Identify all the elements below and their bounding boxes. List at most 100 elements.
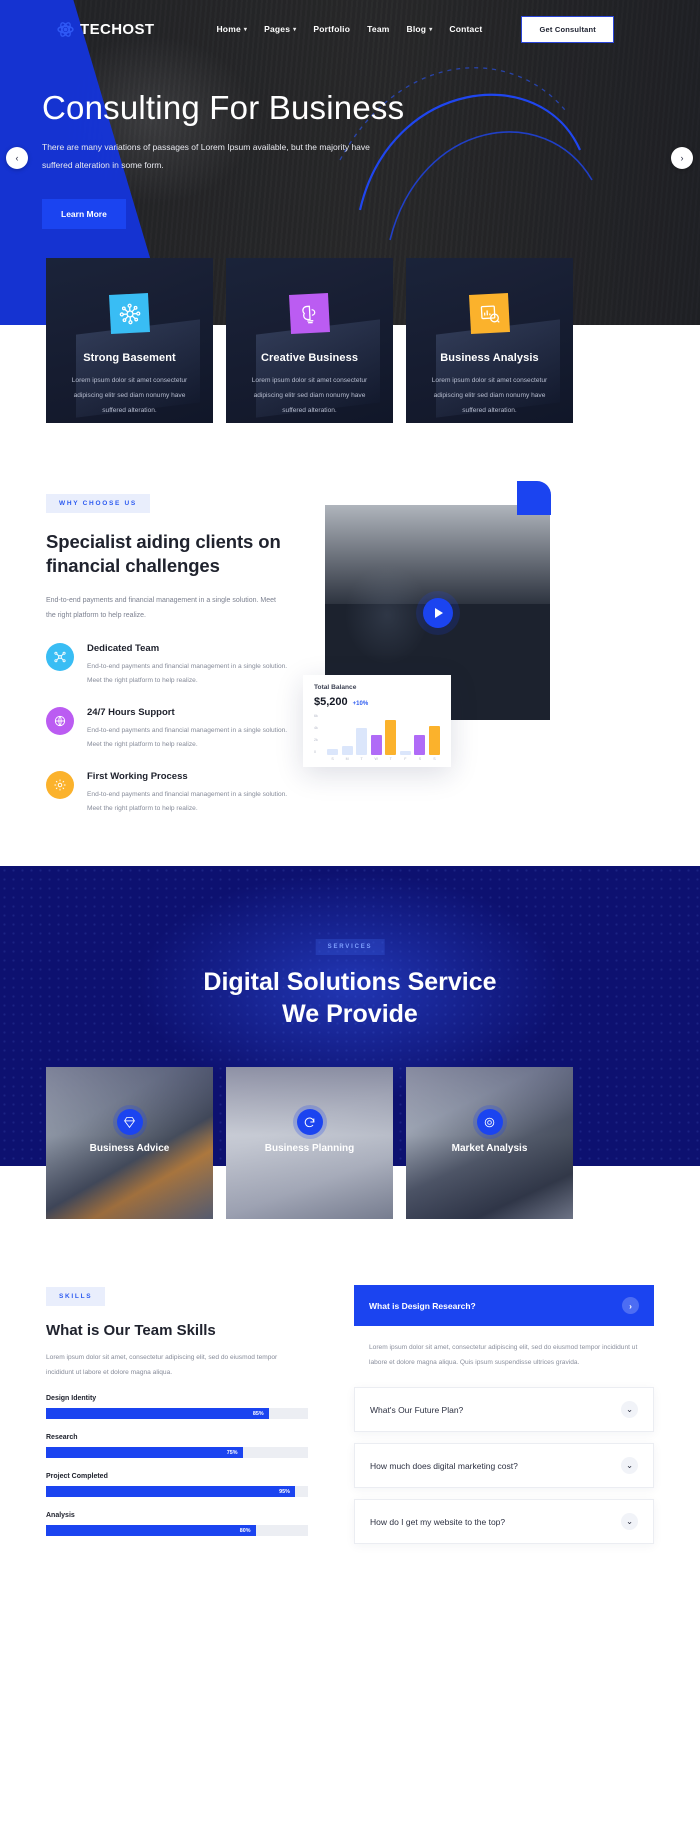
carousel-prev-button[interactable]: ‹ — [6, 147, 28, 169]
y-tick: 4k — [314, 726, 318, 731]
nav-item-portfolio[interactable]: Portfolio — [313, 24, 350, 34]
faq-answer: Lorem ipsum dolor sit amet, consectetur … — [369, 1344, 638, 1367]
card-description: Lorem ipsum dolor sit amet consectetur a… — [431, 377, 548, 414]
chevron-down-icon[interactable]: ⌄ — [621, 1513, 638, 1531]
skill-bars: Design Identity 85% Research 75% Project Com… — [46, 1395, 308, 1536]
skill-track: 75% — [46, 1447, 308, 1458]
landing-page: TECHOST Home ▾ Pages ▾ Portfolio Team Blog… — [0, 0, 700, 1836]
feature-dedicated-team: Dedicated Team End-to-end payments and f… — [46, 642, 308, 688]
feature-working-process: First Working Process End-to-end payment… — [46, 771, 308, 816]
brain-idea-icon — [289, 293, 330, 334]
feature-title: 24/7 Hours Support — [87, 706, 175, 718]
chart-x-label: S — [433, 757, 436, 761]
service-card-market-analysis[interactable]: Market Analysis — [406, 1067, 573, 1219]
chart-bar — [414, 735, 426, 755]
feature-support: 24/7 Hours Support End-to-end payments a… — [46, 706, 308, 752]
feature-title: First Working Process — [87, 771, 188, 783]
chevron-down-icon[interactable]: ⌄ — [621, 1401, 638, 1419]
faq-item-open-header[interactable]: What is Design Research? › — [354, 1285, 654, 1326]
feature-cards: Strong Basement Lorem ipsum dolor sit am… — [46, 258, 654, 423]
why-text-column: WHY CHOOSE US Specialist aiding clients … — [46, 492, 308, 817]
brand-logo[interactable]: TECHOST — [57, 21, 154, 38]
skills-column: SKILLS What is Our Team Skills Lorem ips… — [46, 1285, 308, 1536]
nav-label: Team — [367, 24, 390, 34]
skills-faq-section: SKILLS What is Our Team Skills Lorem ips… — [0, 1275, 700, 1836]
feature-card-strong-basement[interactable]: Strong Basement Lorem ipsum dolor sit am… — [46, 258, 213, 423]
skill-fill: 75% — [46, 1447, 243, 1458]
skill-percent: 80% — [239, 1527, 251, 1534]
balance-bar-chart: 6k 4k 2k 0 S M T W T F S S — [314, 714, 440, 761]
feature-description: End-to-end payments and financial manage… — [87, 791, 288, 813]
y-tick: 2k — [314, 738, 318, 743]
chevron-right-icon[interactable]: › — [622, 1297, 639, 1314]
faq-question: How do I get my website to the top? — [370, 1516, 506, 1527]
skill-percent: 95% — [279, 1488, 290, 1495]
service-label: Market Analysis — [451, 1143, 528, 1154]
carousel-next-button[interactable]: › — [671, 147, 693, 169]
card-description: Lorem ipsum dolor sit amet consectetur a… — [251, 377, 368, 414]
chart-bar-column: M — [341, 715, 353, 761]
nav-item-contact[interactable]: Contact — [449, 24, 482, 34]
chart-x-label: T — [389, 757, 392, 761]
services-pill-badge: SERVICES — [315, 939, 385, 955]
card-title: Creative Business — [260, 352, 359, 364]
hero-subtitle: There are many variations of passages of… — [42, 142, 370, 171]
faq-item-website-top[interactable]: How do I get my website to the top? ⌄ — [354, 1499, 654, 1545]
service-card-business-planning[interactable]: Business Planning — [226, 1067, 393, 1219]
chart-x-label: T — [360, 757, 363, 761]
chart-x-label: W — [374, 757, 378, 761]
nav-item-blog[interactable]: Blog ▾ — [407, 24, 433, 34]
faq-accordion: What is Design Research? › Lorem ipsum d… — [354, 1285, 654, 1545]
why-choose-us-section: WHY CHOOSE US Specialist aiding clients … — [0, 480, 700, 840]
why-title: Specialist aiding clients on financial c… — [46, 531, 281, 577]
balance-value: $5,200 — [314, 696, 348, 708]
support-globe-icon — [46, 706, 74, 735]
chart-x-label: S — [418, 757, 422, 761]
chevron-down-icon: ▾ — [243, 26, 248, 33]
chart-bar-column: S — [428, 715, 440, 761]
skill-fill: 85% — [46, 1408, 269, 1419]
learn-more-button[interactable]: Learn More — [42, 198, 126, 229]
gear-process-icon — [46, 771, 74, 800]
services-title-line2: We Provide — [282, 1000, 418, 1028]
service-label: Business Planning — [264, 1143, 355, 1154]
hero-title: Consulting For Business — [42, 89, 405, 126]
skill-bar-row: Design Identity 85% — [46, 1395, 308, 1419]
hero-content: Consulting For Business There are many v… — [42, 89, 492, 229]
play-icon[interactable] — [422, 597, 453, 628]
skills-pill-badge: SKILLS — [46, 1287, 106, 1306]
get-consultant-button[interactable]: Get Consultant — [521, 15, 615, 43]
nav-label: Pages — [264, 24, 291, 34]
chart-bar-column: F — [399, 715, 411, 761]
feature-description: End-to-end payments and financial manage… — [87, 726, 288, 749]
feature-card-creative-business[interactable]: Creative Business Lorem ipsum dolor sit … — [226, 258, 393, 423]
nav-label: Contact — [449, 24, 483, 34]
skills-description: Lorem ipsum dolor sit amet, consectetur … — [46, 1354, 278, 1376]
nav-item-home[interactable]: Home ▾ — [216, 24, 247, 34]
chart-bars: SMTWTFSS — [325, 715, 440, 761]
nav-item-team[interactable]: Team — [367, 24, 389, 34]
atom-logo-icon — [57, 21, 74, 38]
chart-bar — [370, 735, 382, 755]
faq-item-future-plan[interactable]: What's Our Future Plan? ⌄ — [354, 1387, 654, 1433]
skills-title: What is Our Team Skills — [46, 1322, 216, 1339]
service-cards: Business Advice Business Planning Market… — [46, 1067, 654, 1219]
faq-item-marketing-cost[interactable]: How much does digital marketing cost? ⌄ — [354, 1443, 654, 1489]
nav-item-pages[interactable]: Pages ▾ — [264, 24, 296, 34]
services-title: Digital Solutions Service We Provide — [0, 966, 700, 1030]
chevron-down-icon[interactable]: ⌄ — [621, 1457, 638, 1475]
feature-card-business-analysis[interactable]: Business Analysis Lorem ipsum dolor sit … — [406, 258, 573, 423]
card-title: Business Analysis — [440, 352, 539, 364]
y-tick: 0 — [314, 750, 316, 755]
team-nodes-icon — [46, 642, 74, 671]
nav-label: Home — [216, 24, 241, 34]
skill-track: 80% — [46, 1525, 308, 1536]
skill-label: Research — [46, 1434, 78, 1441]
chevron-down-icon: ▾ — [293, 26, 297, 33]
blue-corner-decoration — [517, 481, 551, 515]
chart-bar-column: S — [327, 715, 339, 761]
chart-bar — [428, 725, 440, 755]
skill-track: 95% — [46, 1486, 308, 1497]
service-card-business-advice[interactable]: Business Advice — [46, 1067, 213, 1219]
chart-analysis-icon — [469, 293, 510, 334]
